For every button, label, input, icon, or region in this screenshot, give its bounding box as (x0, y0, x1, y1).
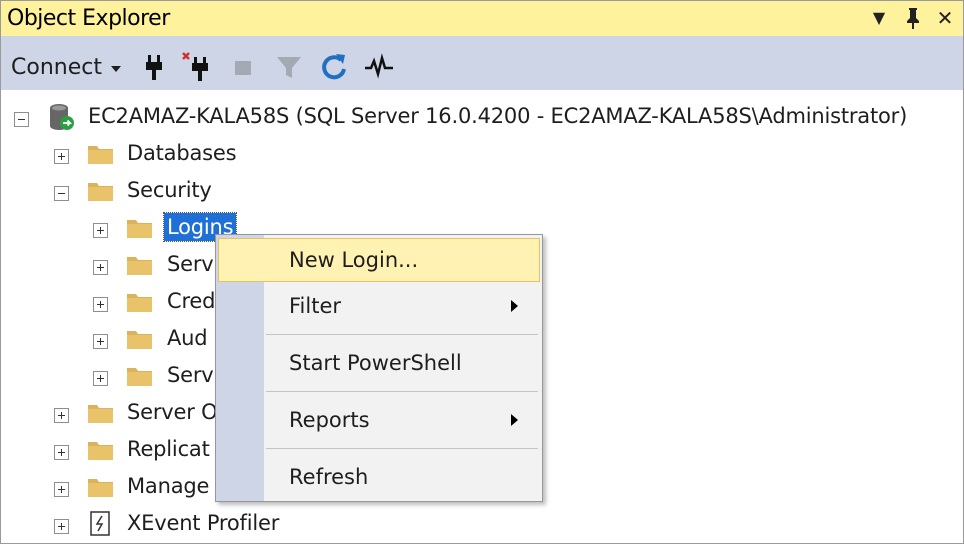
folder-icon (87, 476, 114, 498)
pin-icon[interactable] (901, 5, 925, 31)
folder-icon (126, 254, 153, 276)
expand-toggle[interactable] (54, 149, 69, 164)
activity-monitor-icon[interactable] (363, 51, 395, 83)
menu-separator (266, 448, 538, 449)
tree-node-xevent-profiler[interactable]: XEvent Profiler (1, 507, 401, 541)
folder-icon (87, 180, 114, 202)
tree-node-security-child[interactable]: Serv (1, 248, 215, 282)
tree-node-label: Serv (167, 252, 214, 276)
tree-node-label: Serv (167, 363, 214, 387)
expand-toggle[interactable] (54, 408, 69, 423)
expand-toggle[interactable] (93, 223, 108, 238)
folder-icon (87, 143, 114, 165)
tree-node-label: Aud (167, 326, 208, 350)
menu-item-filter[interactable]: Filter (218, 284, 540, 328)
menu-separator (266, 391, 538, 392)
folder-icon (87, 439, 114, 461)
refresh-icon[interactable] (319, 51, 351, 83)
folder-icon (87, 402, 114, 424)
connect-dropdown-icon[interactable] (111, 66, 121, 72)
window-title: Object Explorer (7, 6, 170, 31)
menu-item-label: Reports (289, 408, 370, 432)
toolbar: Connect (1, 36, 963, 90)
tree-node-server-objects[interactable]: Server O (1, 396, 215, 430)
folder-icon (126, 291, 153, 313)
server-database-icon (46, 102, 76, 132)
tree-node-replication[interactable]: Replicat (1, 433, 215, 467)
connect-button[interactable]: Connect (11, 54, 102, 82)
collapse-toggle[interactable] (54, 186, 69, 201)
stop-icon[interactable] (227, 51, 259, 83)
menu-item-new-login[interactable]: New Login... (218, 238, 540, 282)
expand-toggle[interactable] (93, 260, 108, 275)
expand-toggle[interactable] (54, 482, 69, 497)
tree-node-security-child[interactable]: Cred (1, 285, 215, 319)
window-position-dropdown-icon[interactable]: ▼ (867, 5, 891, 31)
replication-label: Replicat (127, 437, 210, 461)
connect-plug-icon[interactable] (139, 51, 171, 83)
context-menu: New Login... Filter Start PowerShell Rep… (215, 234, 543, 502)
expand-toggle[interactable] (93, 334, 108, 349)
submenu-arrow-icon (511, 414, 518, 426)
management-label: Manage (127, 474, 210, 498)
close-icon[interactable]: ✕ (933, 5, 957, 31)
menu-item-label: New Login... (289, 248, 419, 272)
expand-toggle[interactable] (93, 297, 108, 312)
security-label: Security (127, 178, 212, 202)
menu-separator (266, 334, 538, 335)
xevent-profiler-icon (89, 510, 113, 538)
expand-toggle[interactable] (93, 371, 108, 386)
folder-icon (126, 365, 153, 387)
menu-item-label: Filter (289, 294, 342, 318)
disconnect-plug-icon[interactable] (181, 51, 213, 83)
xevent-profiler-label: XEvent Profiler (127, 511, 280, 535)
databases-label: Databases (127, 141, 237, 165)
menu-item-label: Start PowerShell (289, 351, 462, 375)
tree-node-server[interactable]: EC2AMAZ-KALA58S (SQL Server 16.0.4200 - … (1, 100, 963, 134)
tree-node-label: Cred (167, 289, 215, 313)
object-explorer-window: Object Explorer ▼ ✕ Connect EC2AMAZ-KALA… (0, 0, 964, 544)
tree-node-security-child[interactable]: Serv (1, 359, 215, 393)
menu-item-start-powershell[interactable]: Start PowerShell (218, 341, 540, 385)
menu-item-reports[interactable]: Reports (218, 398, 540, 442)
tree-node-security[interactable]: Security (1, 174, 401, 208)
filter-icon[interactable] (273, 51, 305, 83)
collapse-toggle[interactable] (14, 112, 29, 127)
tree-node-management[interactable]: Manage (1, 470, 215, 504)
tree-node-security-child[interactable]: Aud (1, 322, 215, 356)
menu-item-label: Refresh (289, 465, 369, 489)
title-bar: Object Explorer ▼ ✕ (1, 1, 963, 36)
submenu-arrow-icon (511, 300, 518, 312)
expand-toggle[interactable] (54, 519, 69, 534)
folder-icon (126, 217, 153, 239)
server-node-label: EC2AMAZ-KALA58S (SQL Server 16.0.4200 - … (88, 104, 908, 128)
expand-toggle[interactable] (54, 445, 69, 460)
folder-icon (126, 328, 153, 350)
server-objects-label: Server O (127, 400, 215, 424)
menu-item-refresh[interactable]: Refresh (218, 455, 540, 499)
tree-node-databases[interactable]: Databases (1, 137, 401, 171)
